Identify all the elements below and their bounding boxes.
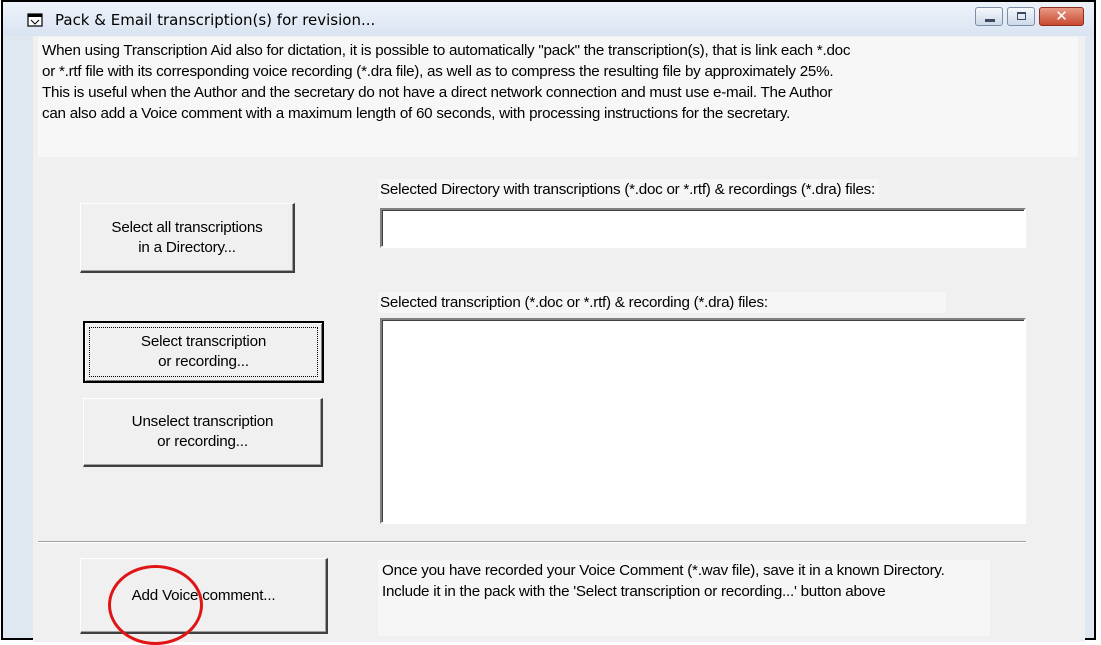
- add-voice-comment-button[interactable]: Add Voice comment...: [80, 558, 328, 634]
- focus-rectangle: [89, 327, 318, 377]
- window-title: Pack & Email transcription(s) for revisi…: [55, 11, 376, 29]
- files-listbox[interactable]: [380, 318, 1026, 524]
- title-bar[interactable]: Pack & Email transcription(s) for revisi…: [3, 2, 1094, 36]
- minimize-button[interactable]: [975, 7, 1003, 26]
- close-button[interactable]: ✕: [1039, 7, 1084, 26]
- minimize-icon: [985, 19, 995, 22]
- voice-comment-instructions: Once you have recorded your Voice Commen…: [378, 560, 990, 636]
- dialog-client-area: When using Transcription Aid also for di…: [33, 36, 1085, 642]
- files-label: Selected transcription (*.doc or *.rtf) …: [378, 292, 946, 313]
- select-all-transcriptions-button[interactable]: Select all transcriptions in a Directory…: [80, 203, 295, 273]
- maximize-button[interactable]: [1007, 7, 1035, 26]
- dialog-window: Pack & Email transcription(s) for revisi…: [1, 0, 1096, 642]
- unselect-transcription-button[interactable]: Unselect transcription or recording...: [83, 398, 323, 467]
- intro-description: When using Transcription Aid also for di…: [38, 37, 1078, 157]
- select-transcription-button[interactable]: Select transcription or recording...: [83, 321, 324, 383]
- directory-label: Selected Directory with transcriptions (…: [378, 179, 879, 200]
- app-window-icon: [27, 13, 43, 27]
- separator-line: [38, 541, 1026, 543]
- directory-field[interactable]: [380, 208, 1026, 248]
- close-icon: ✕: [1055, 7, 1068, 25]
- maximize-icon: [1017, 12, 1026, 20]
